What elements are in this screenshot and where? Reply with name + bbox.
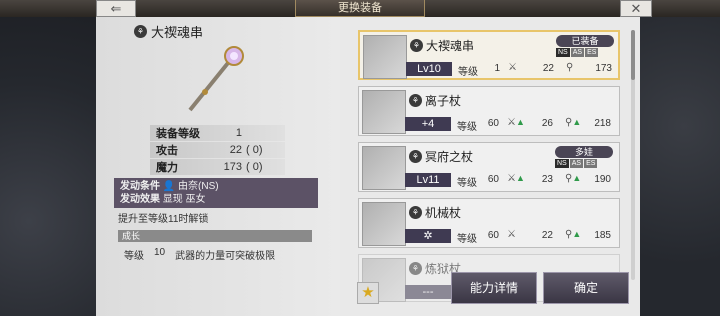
weapon-thumbnail bbox=[363, 35, 407, 79]
equipment-card[interactable]: ⚘ 冥府之杖 多娃 NS AS ES Lv11 等级 60 ⚔▲ 23 ⚲▲ 190 bbox=[358, 142, 620, 192]
equipment-card[interactable]: ⚘ 机械杖 ✲ 等级 60 ⚔ 22 ⚲▲ 185 bbox=[358, 198, 620, 248]
role-tags: NS AS ES bbox=[556, 48, 599, 57]
wand-icon: ⚲ bbox=[566, 62, 574, 73]
status-badge: 已装备 bbox=[556, 35, 614, 47]
stat-row: 装备等级 1 bbox=[150, 125, 285, 141]
sword-icon: ⚔ bbox=[508, 62, 517, 73]
level-badge: Lv10 bbox=[406, 62, 452, 76]
unlock-text: 提升至等级11时解锁 bbox=[118, 214, 209, 225]
stat-table: 装备等级 1 攻击 22( 0) 魔力 173( 0) bbox=[150, 125, 285, 176]
effect-label: 发动效果 bbox=[120, 194, 160, 205]
level-badge: Lv11 bbox=[405, 173, 451, 187]
user-icon: 👤 bbox=[162, 181, 176, 192]
weapon-thumbnail bbox=[362, 146, 406, 190]
enhance-badge: +4 bbox=[405, 117, 451, 131]
staff-type-icon: ⚘ bbox=[409, 94, 422, 107]
skill-box: 发动条件 👤 由奈(NS) 发动效果 显现 巫女 bbox=[114, 178, 318, 208]
growth-header: 成长 bbox=[118, 230, 312, 242]
page-title: 更换装备 bbox=[295, 0, 425, 17]
close-icon: ✕ bbox=[630, 1, 642, 16]
scroll-thumb[interactable] bbox=[631, 30, 635, 80]
staff-type-icon: ⚘ bbox=[409, 262, 422, 275]
weapon-thumbnail bbox=[362, 90, 406, 134]
condition-label: 发动条件 bbox=[120, 181, 160, 192]
staff-type-icon: ⚘ bbox=[409, 206, 422, 219]
stat-row: 攻击 22( 0) bbox=[150, 142, 285, 158]
detail-name: 大禊魂串 bbox=[151, 25, 204, 40]
effect-value: 显现 巫女 bbox=[162, 194, 206, 205]
growth-row: 等级 10 武器的力量可突破极限 bbox=[124, 247, 276, 262]
favorite-star-icon[interactable]: ★ bbox=[357, 282, 379, 304]
equipment-card[interactable]: ⚘ 离子杖 +4 等级 60 ⚔▲ 26 ⚲▲ 218 bbox=[358, 86, 620, 136]
sword-icon: ⚔ bbox=[507, 229, 516, 240]
background-right bbox=[630, 0, 720, 316]
staff-type-icon: ⚘ bbox=[410, 39, 423, 52]
close-button[interactable]: ✕ bbox=[620, 0, 652, 17]
role-tags: NS AS ES bbox=[555, 159, 598, 168]
condition-value: 由奈(NS) bbox=[178, 181, 219, 192]
staff-type-icon: ⚘ bbox=[409, 150, 422, 163]
weapon-image bbox=[188, 46, 244, 112]
weapon-thumbnail bbox=[362, 202, 406, 246]
background-left bbox=[0, 0, 96, 316]
owner-badge: 多娃 bbox=[555, 146, 613, 158]
confirm-button[interactable]: 确定 bbox=[543, 272, 629, 304]
back-button[interactable]: ⇐ bbox=[96, 0, 136, 17]
staff-type-icon: ⚘ bbox=[134, 25, 147, 38]
stat-row: 魔力 173( 0) bbox=[150, 159, 285, 175]
back-arrow-icon: ⇐ bbox=[110, 1, 122, 16]
rank-badge: ✲ bbox=[405, 229, 451, 243]
detail-title: ⚘ 大禊魂串 bbox=[134, 22, 203, 41]
ability-detail-button[interactable]: 能力详情 bbox=[451, 272, 537, 304]
level-badge: --- bbox=[405, 285, 451, 299]
equipment-card[interactable]: ⚘ 大禊魂串 已装备 NS AS ES Lv10 等级 1 ⚔ 22 ⚲ 173 bbox=[358, 30, 620, 80]
